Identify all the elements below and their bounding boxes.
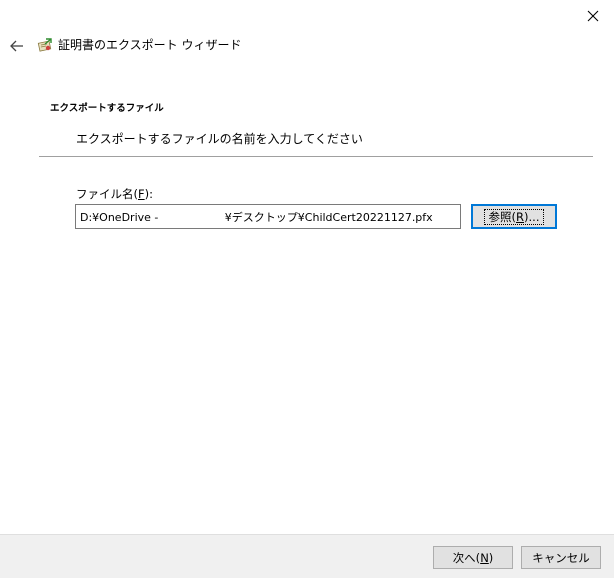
browse-button-label: 参照(R)...	[483, 208, 545, 225]
certificate-export-wizard-window: 証明書のエクスポート ウィザード エクスポートするファイル エクスポートするファ…	[0, 0, 614, 578]
wizard-footer: 次へ(N) キャンセル	[0, 534, 614, 578]
close-button[interactable]	[578, 3, 608, 29]
filename-input[interactable]	[75, 204, 461, 229]
browse-button[interactable]: 参照(R)...	[471, 204, 557, 229]
wizard-title: 証明書のエクスポート ウィザード	[58, 38, 242, 52]
page-description: エクスポートするファイルの名前を入力してください	[76, 132, 363, 146]
back-button[interactable]	[6, 36, 28, 56]
page-heading: エクスポートするファイル	[50, 103, 164, 114]
certificate-icon	[37, 38, 52, 52]
cancel-button[interactable]: キャンセル	[521, 546, 601, 569]
header-divider	[39, 156, 593, 157]
filename-label: ファイル名(F):	[76, 187, 153, 201]
close-icon	[587, 10, 599, 22]
next-button[interactable]: 次へ(N)	[433, 546, 513, 569]
back-arrow-icon	[10, 40, 23, 52]
